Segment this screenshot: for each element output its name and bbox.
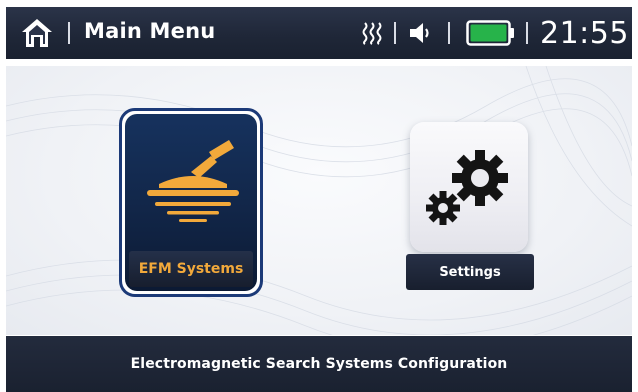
efm-systems-tile: EFM Systems — [125, 114, 257, 291]
settings-button[interactable] — [410, 122, 528, 252]
efm-systems-button[interactable]: EFM Systems — [119, 108, 263, 297]
page-title: Main Menu — [84, 19, 216, 43]
separator — [526, 22, 528, 44]
top-bar: Main Menu 21:55 — [6, 7, 632, 59]
clock: 21:55 — [540, 16, 629, 51]
heating-icon — [362, 22, 382, 45]
separator — [448, 22, 450, 44]
settings-label[interactable]: Settings — [406, 254, 534, 290]
efm-systems-label: EFM Systems — [129, 251, 253, 287]
battery-icon — [466, 20, 514, 46]
home-icon[interactable] — [20, 17, 54, 49]
separator — [68, 22, 70, 44]
gears-icon — [426, 150, 508, 225]
bottom-bar: Electromagnetic Search Systems Configura… — [6, 336, 632, 392]
background-pattern — [6, 66, 632, 335]
metal-detector-icon — [147, 140, 239, 222]
separator — [394, 22, 396, 44]
main-menu-screen: Main Menu 21:55 EFM Systems Settings Ele… — [0, 0, 638, 392]
menu-area: EFM Systems Settings — [6, 66, 632, 335]
speaker-icon[interactable] — [408, 21, 434, 45]
description-text: Electromagnetic Search Systems Configura… — [130, 356, 508, 372]
